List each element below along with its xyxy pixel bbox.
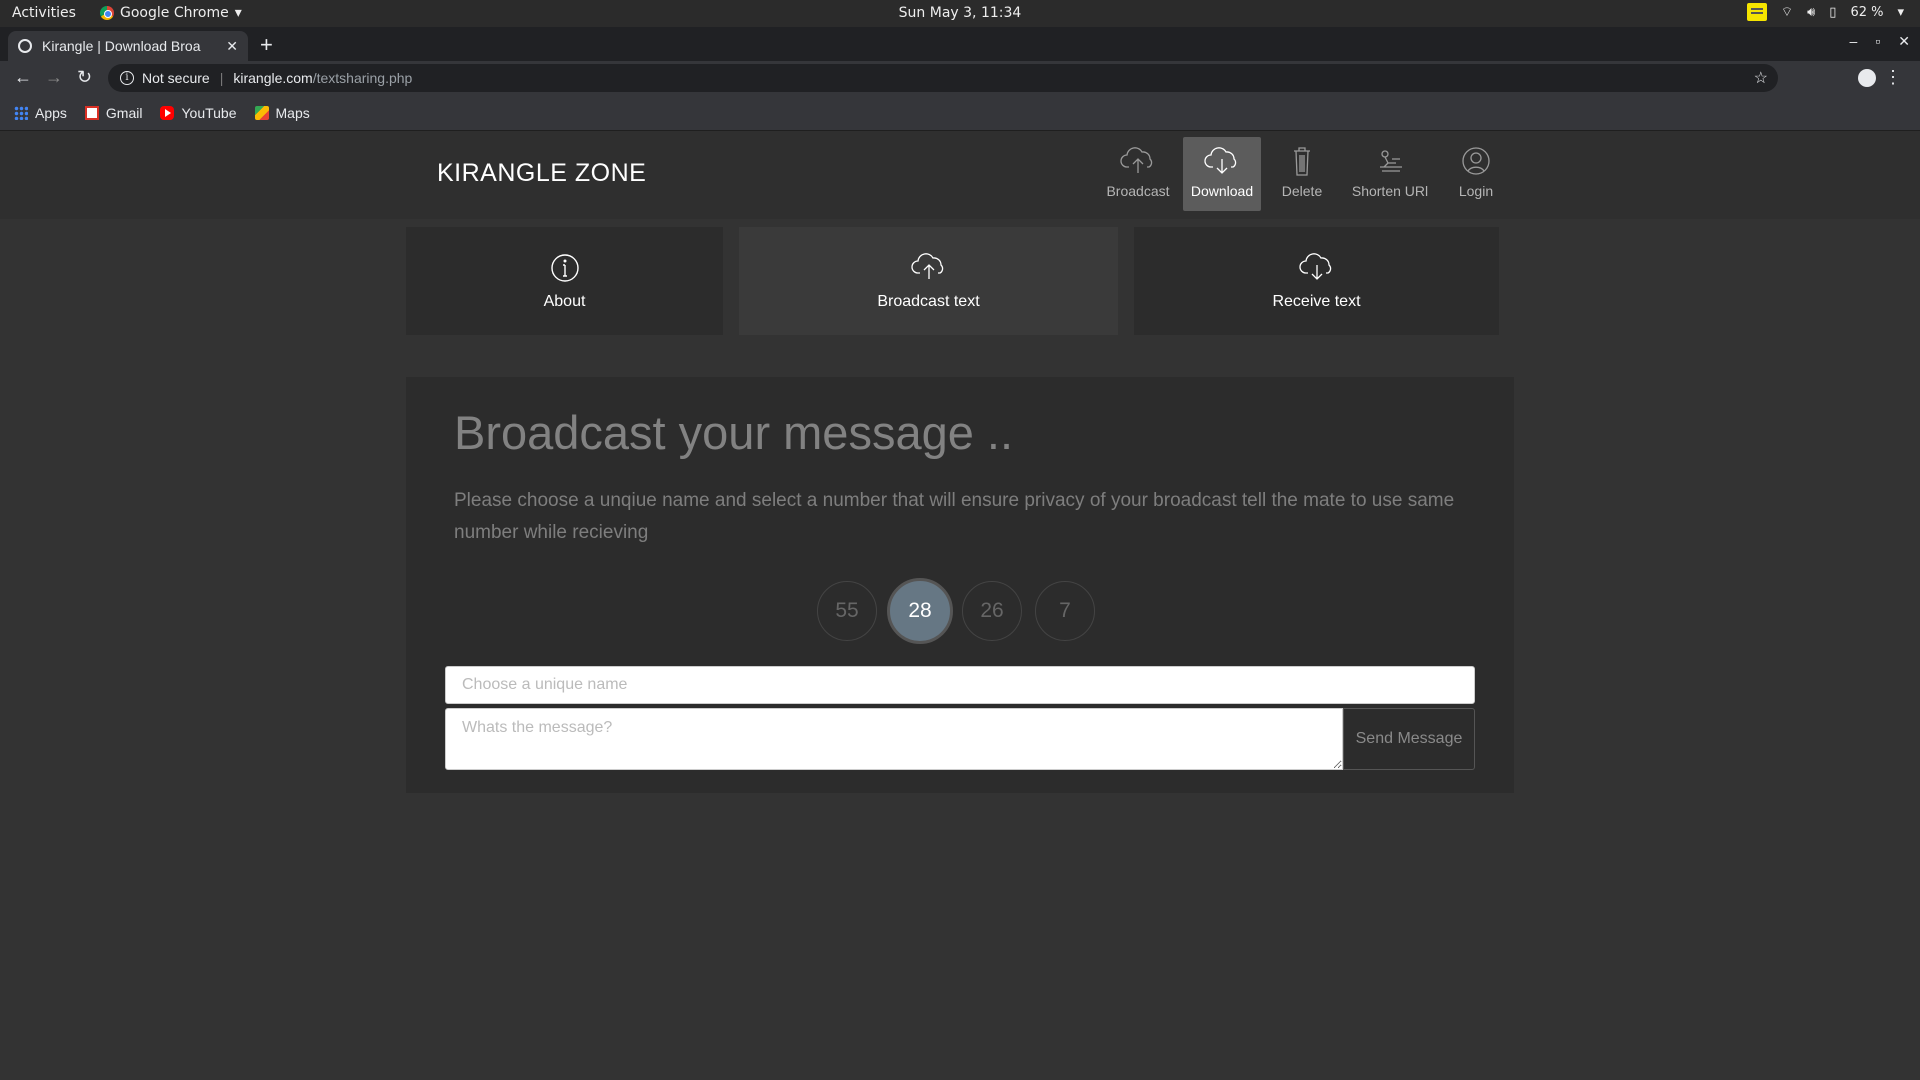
profile-avatar-icon[interactable] — [1858, 69, 1876, 87]
number-option[interactable]: 7 — [1035, 581, 1095, 641]
nav-label: Shorten URl — [1351, 183, 1429, 199]
broadcast-panel: Broadcast your message .. Please choose … — [406, 377, 1514, 793]
nav-shorten-url[interactable]: Shorten URl — [1343, 137, 1437, 211]
bookmark-apps[interactable]: Apps — [14, 105, 67, 121]
send-message-button[interactable]: Send Message — [1343, 708, 1475, 770]
gmail-icon — [84, 105, 99, 120]
url-path: /textsharing.php — [312, 70, 413, 86]
activities-button[interactable]: Activities — [12, 5, 76, 21]
panel-title: Broadcast your message .. — [454, 406, 1014, 459]
bookmark-maps[interactable]: Maps — [254, 104, 310, 121]
maximize-icon[interactable]: ▫ — [1875, 33, 1880, 50]
bookmark-label: Maps — [275, 104, 310, 121]
bookmark-label: Apps — [35, 104, 67, 121]
cloud-upload-icon — [1120, 147, 1153, 173]
url-host: kirangle.com — [233, 70, 313, 86]
shorten-icon — [1380, 150, 1402, 172]
maps-icon — [254, 105, 269, 120]
tile-receive-text[interactable]: Receive text — [1134, 227, 1499, 335]
unique-name-input[interactable] — [445, 666, 1475, 704]
forward-icon[interactable]: → — [45, 67, 63, 87]
cloud-upload-icon — [910, 253, 943, 279]
message-input[interactable] — [445, 708, 1343, 770]
bookmark-label: YouTube — [181, 104, 237, 121]
site-favicon-icon — [18, 39, 32, 53]
browser-tab[interactable]: Kirangle | Download Broa ✕ — [8, 31, 248, 61]
tile-label: Broadcast text — [877, 293, 980, 310]
tile-broadcast-text[interactable]: Broadcast text — [739, 227, 1118, 335]
tile-about[interactable]: About — [406, 227, 723, 335]
volume-icon: 🔊︎ — [1807, 4, 1816, 20]
nav-broadcast[interactable]: Broadcast — [1102, 137, 1174, 211]
number-option[interactable]: 26 — [962, 581, 1022, 641]
bookmark-label: Gmail — [105, 104, 143, 121]
trash-icon — [1294, 147, 1310, 176]
new-tab-icon[interactable]: + — [260, 33, 273, 57]
bookmark-youtube[interactable]: YouTube — [160, 104, 237, 121]
reload-icon[interactable]: ↻ — [77, 67, 92, 87]
security-label: Not secure — [142, 70, 210, 86]
info-icon — [550, 254, 579, 282]
wifi-icon: ⌔ — [1780, 5, 1794, 20]
back-icon[interactable]: ← — [14, 67, 32, 87]
cloud-download-icon — [1204, 147, 1237, 174]
bookmarks-bar: Apps Gmail YouTube Maps — [0, 95, 1920, 131]
youtube-icon — [160, 105, 175, 120]
info-icon[interactable]: i — [120, 71, 134, 85]
tab-strip: Kirangle | Download Broa ✕ + – ▫ ✕ — [0, 27, 1920, 61]
chrome-icon — [100, 6, 114, 20]
bookmark-star-icon[interactable]: ☆ — [1754, 68, 1768, 88]
battery-level: 62 % — [1850, 4, 1884, 20]
panel-description: Please choose a unqiue name and select a… — [454, 490, 1455, 543]
nav-download[interactable]: Download — [1183, 137, 1261, 211]
caret-down-icon: ▾ — [1897, 4, 1904, 20]
tile-label: About — [543, 293, 586, 310]
close-window-icon[interactable]: ✕ — [1898, 33, 1910, 50]
apps-grid-icon — [14, 105, 28, 120]
clock[interactable]: Sun May 3, 11:34 — [0, 5, 1920, 21]
tile-label: Receive text — [1272, 293, 1361, 310]
browser-toolbar: ← → ↻ i Not secure | kirangle.com /texts… — [0, 61, 1920, 95]
number-option-selected[interactable]: 28 — [887, 578, 953, 644]
os-top-bar: Activities Google Chrome ▾ Sun May 3, 11… — [0, 0, 1920, 27]
nav-label: Login — [1458, 183, 1494, 199]
tab-title: Kirangle | Download Broa — [42, 38, 201, 54]
nav-label: Delete — [1281, 183, 1323, 199]
address-bar[interactable]: i Not secure | kirangle.com /textsharing… — [108, 64, 1778, 92]
battery-icon: ▯ — [1829, 4, 1837, 20]
app-menu-label: Google Chrome — [120, 5, 229, 21]
more-menu-icon[interactable]: ⋮ — [1884, 67, 1902, 88]
user-icon — [1462, 147, 1490, 175]
cloud-download-icon — [1298, 253, 1331, 280]
notes-icon[interactable] — [1746, 3, 1767, 21]
site-header: KIRANGLE ZONE Broadcast Download Delete … — [0, 131, 1920, 219]
bookmark-gmail[interactable]: Gmail — [84, 104, 143, 121]
caret-down-icon: ▾ — [234, 5, 242, 21]
number-option[interactable]: 55 — [817, 581, 877, 641]
minimize-icon[interactable]: – — [1850, 33, 1858, 50]
window-controls: – ▫ ✕ — [1850, 33, 1911, 50]
nav-login[interactable]: Login — [1446, 137, 1506, 211]
close-icon[interactable]: ✕ — [226, 38, 238, 55]
app-menu[interactable]: Google Chrome ▾ — [100, 5, 242, 21]
nav-delete[interactable]: Delete — [1270, 137, 1334, 211]
nav-label: Broadcast — [1106, 183, 1170, 199]
system-tray[interactable]: ⌔ 🔊︎ ▯ 62 % ▾ — [1746, 3, 1904, 21]
nav-label: Download — [1190, 183, 1254, 199]
site-brand[interactable]: KIRANGLE ZONE — [437, 159, 646, 188]
divider: | — [219, 70, 224, 86]
